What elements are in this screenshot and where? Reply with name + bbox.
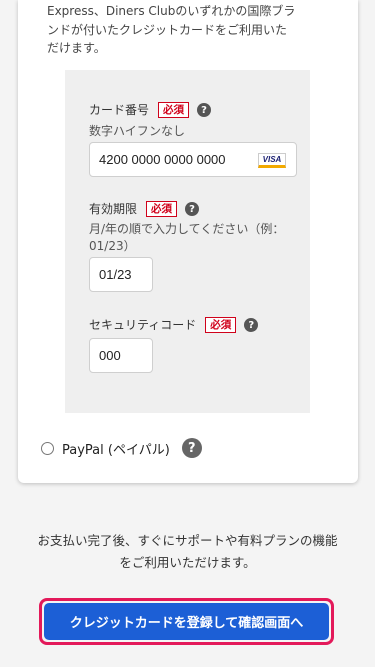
expiry-label: 有効期限 xyxy=(89,202,138,216)
help-icon[interactable]: ? xyxy=(244,318,259,332)
paypal-label[interactable]: PayPal (ペイパル) xyxy=(62,439,170,458)
payment-notice: お支払い完了後、すぐにサポートや有料プランの機能 をご利用いただけます。 xyxy=(0,530,375,574)
notice-line: お支払い完了後、すぐにサポートや有料プランの機能 xyxy=(37,533,338,548)
card-number-input[interactable]: 4200 0000 0000 0000 VISA xyxy=(89,142,297,177)
security-code-input[interactable]: 000 xyxy=(89,338,153,373)
help-icon[interactable]: ? xyxy=(185,202,200,216)
expiry-hint-line: 01/23） xyxy=(89,239,136,253)
register-card-button[interactable]: クレジットカードを登録して確認画面へ xyxy=(44,603,329,640)
notice-line: をご利用いただけます。 xyxy=(119,555,256,570)
security-code-label-row: セキュリティコード 必須 ? xyxy=(89,317,259,333)
expiry-label-row: 有効期限 必須 ? xyxy=(89,201,200,217)
intro-line: Express、Diners Clubのいずれかの国際ブラ xyxy=(47,4,296,18)
security-code-value: 000 xyxy=(99,348,121,363)
expiry-value: 01/23 xyxy=(99,267,132,282)
visa-icon: VISA xyxy=(258,153,286,168)
required-badge: 必須 xyxy=(158,102,190,118)
help-icon[interactable]: ? xyxy=(197,103,212,117)
paypal-option[interactable]: PayPal (ペイパル) ? xyxy=(41,438,202,458)
card-number-value: 4200 0000 0000 0000 xyxy=(99,152,226,167)
expiry-hint: 月/年の順で入力してください（例： 01/23） xyxy=(89,221,284,255)
paypal-radio[interactable] xyxy=(41,441,54,455)
card-brands-description: Express、Diners Clubのいずれかの国際ブラ ンドが付いたクレジッ… xyxy=(47,2,317,58)
security-code-label: セキュリティコード xyxy=(89,318,197,332)
intro-line: だけます。 xyxy=(47,41,106,55)
card-number-label: カード番号 xyxy=(89,103,150,117)
expiry-input[interactable]: 01/23 xyxy=(89,257,153,292)
card-number-hint: 数字ハイフンなし xyxy=(89,124,186,138)
intro-line: ンドが付いたクレジットカードをご利用いた xyxy=(47,22,288,37)
expiry-hint-line: 月/年の順で入力してください（例： xyxy=(89,222,285,236)
required-badge: 必須 xyxy=(146,201,178,217)
card-number-label-row: カード番号 必須 ? xyxy=(89,102,212,118)
required-badge: 必須 xyxy=(205,317,237,333)
help-icon[interactable]: ? xyxy=(181,438,202,458)
